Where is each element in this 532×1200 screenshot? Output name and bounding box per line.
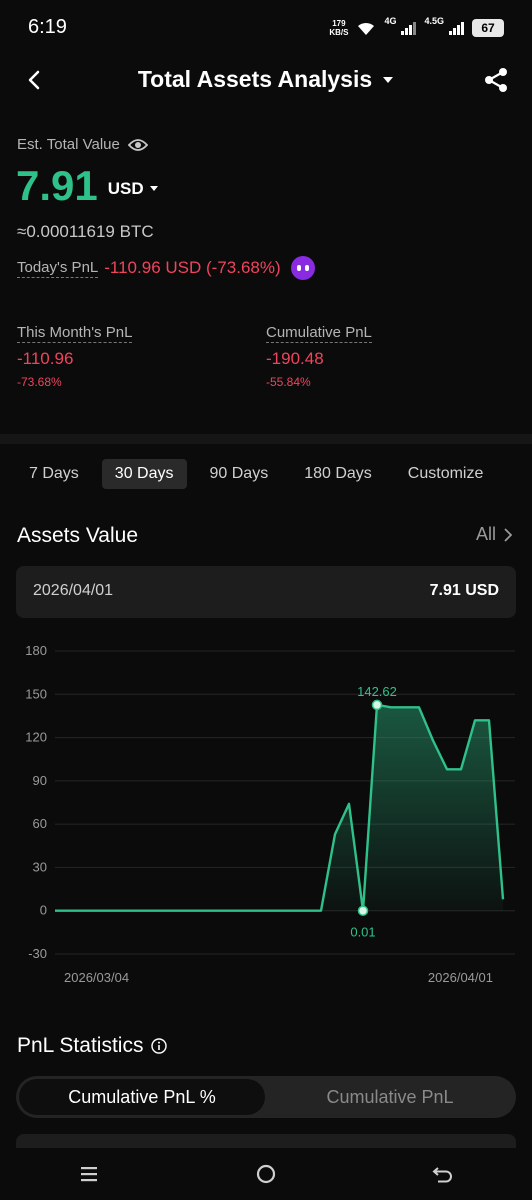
tab-180-days[interactable]: 180 Days (291, 459, 385, 489)
currency-caret-icon (149, 186, 158, 191)
min-point-marker (357, 905, 369, 916)
cumulative-pnl-pct: -55.84% (266, 375, 311, 389)
y-tick-label: 30 (33, 859, 47, 874)
chevron-right-icon (504, 527, 512, 542)
title-dropdown[interactable]: Total Assets Analysis (0, 66, 532, 93)
cumulative-pnl-value: -190.48 (266, 349, 324, 368)
pnl-statistics-title: PnL Statistics (17, 1034, 144, 1057)
signal-1-label: 4G (384, 16, 397, 26)
month-pnl-value: -110.96 (17, 349, 74, 368)
month-pnl: This Month's PnL -110.96 -73.68% (17, 324, 133, 389)
today-pnl-row: Today's PnL -110.96 USD (-73.68%) (17, 256, 315, 280)
min-point-label: 0.01 (350, 925, 375, 940)
currency-selector[interactable]: USD (108, 179, 144, 199)
status-bar: 6:19 179 KB/S 4G 4.5G 67 (0, 0, 532, 58)
y-tick-label: 150 (25, 686, 47, 701)
caret-down-icon (383, 76, 394, 83)
signal-2-icon (449, 22, 464, 35)
cumulative-pnl-label[interactable]: Cumulative PnL (266, 324, 372, 343)
chart-y-ticks: 180 150 120 90 60 30 0 -30 (25, 643, 47, 961)
tab-customize[interactable]: Customize (395, 459, 497, 489)
all-link-label: All (475, 524, 496, 544)
y-tick-label: -30 (28, 946, 47, 961)
y-tick-label: 0 (40, 903, 47, 918)
nav-recent-icon (80, 1167, 97, 1182)
max-point-label: 142.62 (357, 684, 397, 699)
nav-back-icon (432, 1167, 453, 1183)
selected-value: 7.91 USD (429, 582, 499, 599)
total-value-row: 7.91 USD (16, 162, 158, 210)
nav-recent-button[interactable] (69, 1154, 109, 1194)
y-tick-label: 90 (33, 773, 47, 788)
pnl-statistics-header: PnL Statistics (17, 1034, 168, 1058)
battery-indicator: 67 (472, 19, 504, 37)
status-time: 6:19 (28, 16, 67, 38)
selected-point-box: 2026/04/01 7.91 USD (16, 566, 516, 618)
system-nav-bar (0, 1148, 532, 1200)
tab-7-days[interactable]: 7 Days (16, 459, 92, 489)
max-point-marker (371, 699, 383, 711)
tab-cumulative-pnl[interactable]: Cumulative PnL (267, 1079, 513, 1115)
today-pnl-value: -110.96 USD (-73.68%) (104, 258, 281, 277)
y-tick-label: 120 (25, 730, 47, 745)
status-icons: 179 KB/S 4G 4.5G 67 (329, 16, 504, 40)
range-tabs: 7 Days 30 Days 90 Days 180 Days Customiz… (16, 457, 516, 491)
all-link[interactable]: All (476, 524, 512, 545)
est-total-label: Est. Total Value (17, 136, 120, 153)
assets-value-title: Assets Value (17, 524, 139, 547)
selected-date: 2026/04/01 (33, 582, 114, 599)
total-value: 7.91 (16, 162, 98, 209)
page-title: Total Assets Analysis (137, 66, 373, 92)
signal-2-label: 4.5G (424, 16, 444, 26)
month-pnl-label[interactable]: This Month's PnL (17, 324, 133, 343)
wifi-icon (358, 22, 375, 35)
nav-back-button[interactable] (423, 1154, 463, 1194)
share-button[interactable] (480, 64, 512, 96)
x-end-label: 2026/04/01 (428, 970, 493, 985)
share-icon (485, 68, 507, 92)
info-icon[interactable] (151, 1038, 168, 1054)
nav-home-button[interactable] (246, 1154, 286, 1194)
month-pnl-pct: -73.68% (17, 375, 62, 389)
signal-1-icon (401, 22, 417, 35)
eye-icon[interactable] (127, 138, 148, 152)
cumulative-pnl: Cumulative PnL -190.48 -55.84% (266, 324, 372, 389)
chart-area (55, 704, 503, 911)
assets-value-chart[interactable]: 180 150 120 90 60 30 0 -30 142.62 0.01 2026/03/0… (0, 630, 532, 1000)
section-divider (0, 434, 532, 444)
nav-home-icon (256, 1164, 276, 1184)
network-speed: 179 KB/S (329, 19, 349, 37)
tab-30-days[interactable]: 30 Days (101, 459, 187, 489)
y-tick-label: 180 (25, 643, 47, 658)
mascot-icon[interactable] (290, 256, 315, 280)
btc-value: ≈0.00011619 BTC (17, 222, 154, 241)
tab-cumulative-pnl-pct[interactable]: Cumulative PnL % (19, 1079, 265, 1115)
est-total-row: Est. Total Value (17, 136, 148, 153)
x-start-label: 2026/03/04 (64, 970, 129, 985)
y-tick-label: 60 (33, 816, 47, 831)
pnl-toggle: Cumulative PnL % Cumulative PnL (16, 1076, 516, 1118)
tab-90-days[interactable]: 90 Days (197, 459, 282, 489)
today-pnl-label[interactable]: Today's PnL (17, 259, 99, 278)
header: Total Assets Analysis (0, 58, 532, 104)
